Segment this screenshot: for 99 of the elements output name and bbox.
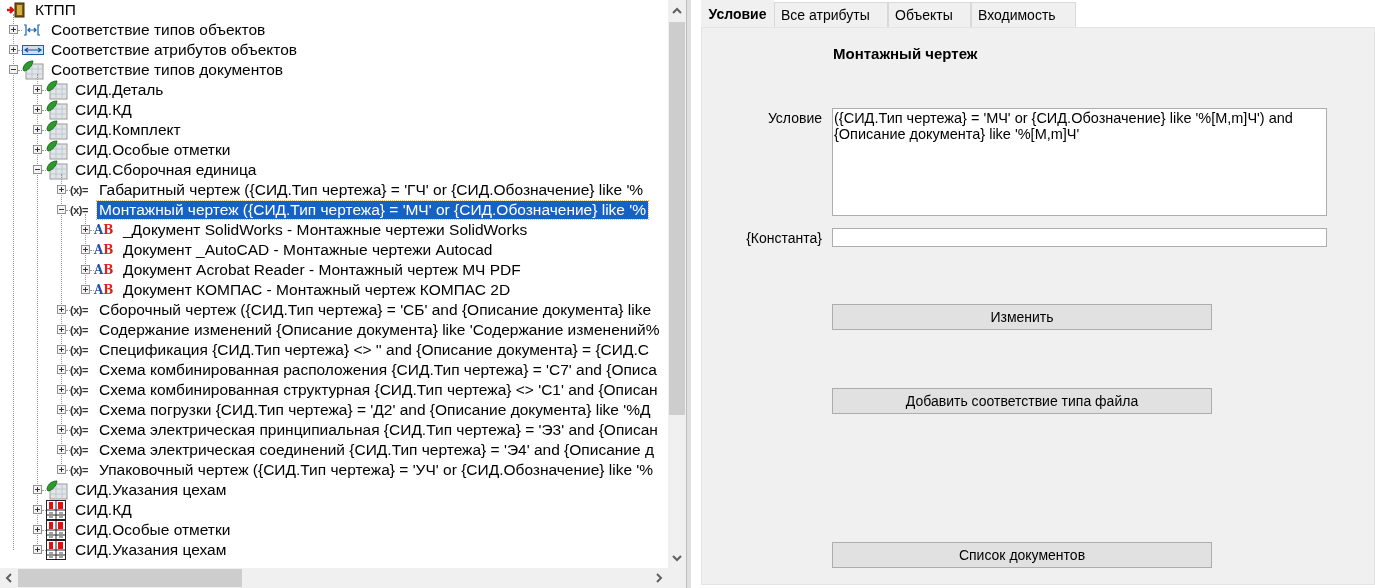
tree-item[interactable]: Схема погрузки {СИД.Тип чертежа} = 'Д2' and {Описание документа} like '%Д: [97, 401, 653, 419]
action-button[interactable]: Изменить: [832, 304, 1212, 330]
condition-field[interactable]: ({СИД.Тип чертежа} = 'МЧ' or {СИД.Обозначение} like '%[M,m]Ч') and {Описание документа} like '%[M,m]Ч': [832, 108, 1327, 216]
tree-item[interactable]: Схема комбинированная расположения {СИД.Тип чертежа} = 'С7' and {Описа: [97, 361, 659, 379]
action-button[interactable]: Добавить соответствие типа файла: [832, 388, 1212, 414]
table-leaf-icon: [46, 80, 68, 100]
file-type-glyph: AB: [94, 283, 114, 297]
tree-item[interactable]: Схема электрическая принципиальная {СИД.Тип чертежа} = 'Э3' and {Описан: [97, 421, 660, 439]
expand-toggle[interactable]: [33, 165, 42, 174]
expand-toggle[interactable]: [57, 365, 66, 374]
vertical-scrollbar[interactable]: [668, 0, 686, 568]
tree-item[interactable]: Соответствие атрибутов объектов: [49, 41, 299, 59]
action-button[interactable]: Список документов: [832, 542, 1212, 568]
formula-glyph: (x)=: [70, 343, 88, 357]
table-leaf-icon: [46, 100, 68, 120]
scrollbar-thumb[interactable]: [18, 569, 242, 587]
formula-glyph: (x)=: [70, 203, 88, 217]
expand-toggle[interactable]: [33, 145, 42, 154]
tree-item[interactable]: СИД.Указания цехам: [73, 481, 229, 499]
expand-toggle[interactable]: [57, 405, 66, 414]
expand-toggle[interactable]: [81, 265, 90, 274]
tab[interactable]: Объекты: [888, 2, 971, 27]
expand-toggle[interactable]: [33, 525, 42, 534]
formula-glyph: (x)=: [70, 183, 88, 197]
tree-item[interactable]: Документ Acrobat Reader - Монтажный чертеж МЧ PDF: [121, 261, 523, 279]
tree-item[interactable]: СИД.КД: [73, 501, 134, 519]
expand-toggle[interactable]: [57, 185, 66, 194]
tree-item[interactable]: Документ КОМПАС - Монтажный чертеж КОМПАС 2D: [121, 281, 513, 299]
expand-toggle[interactable]: [57, 345, 66, 354]
tree-item[interactable]: Сборочный чертеж ({СИД.Тип чертежа} = 'СБ' and {Описание документа} like: [97, 301, 654, 319]
expand-toggle[interactable]: [81, 285, 90, 294]
expand-toggle[interactable]: [57, 305, 66, 314]
tree-item[interactable]: Содержание изменений {Описание документа} like 'Содержание изменений%: [97, 321, 662, 339]
tree-item[interactable]: Упаковочный чертеж ({СИД.Тип чертежа} = 'УЧ' or {СИД.Обозначение} like '%: [97, 461, 656, 479]
tab[interactable]: Все атрибуты: [774, 2, 888, 27]
expand-toggle[interactable]: [57, 385, 66, 394]
tree-item[interactable]: Соответствие типов объектов: [49, 21, 268, 39]
tree-item[interactable]: СИД.Деталь: [73, 81, 166, 99]
grid-icon: [46, 500, 66, 520]
expand-toggle[interactable]: [9, 65, 18, 74]
expand-toggle[interactable]: [9, 25, 18, 34]
formula-glyph: (x)=: [70, 363, 88, 377]
expand-toggle[interactable]: [81, 245, 90, 254]
formula-glyph: (x)=: [70, 403, 88, 417]
tree-item[interactable]: Документ _AutoCAD - Монтажные чертежи Autocad: [121, 241, 495, 259]
table-leaf-icon: [46, 480, 68, 500]
field-label: Условие: [766, 109, 822, 126]
formula-glyph: (x)=: [70, 303, 88, 317]
expand-toggle[interactable]: [33, 485, 42, 494]
tree-item[interactable]: СИД.Указания цехам: [73, 541, 229, 559]
double-arrow-icon: [22, 45, 44, 55]
panel-title: Монтажный чертеж: [833, 45, 979, 61]
bracket-arrows-icon: [22, 23, 42, 37]
grid-icon: [46, 540, 66, 560]
scrollbar-thumb[interactable]: [669, 22, 685, 415]
table-leaf-icon: [46, 160, 68, 180]
table-leaf-icon: [46, 140, 68, 160]
formula-glyph: (x)=: [70, 383, 88, 397]
tree-item[interactable]: Схема комбинированная структурная {СИД.Тип чертежа} <> 'С1' and {Описан: [97, 381, 660, 399]
formula-glyph: (x)=: [70, 463, 88, 477]
expand-toggle[interactable]: [33, 85, 42, 94]
expand-toggle[interactable]: [81, 225, 90, 234]
grid-icon: [46, 520, 66, 540]
table-leaf-icon: [46, 120, 68, 140]
tree-item[interactable]: Монтажный чертеж ({СИД.Тип чертежа} = 'МЧ' or {СИД.Обозначение} like '%: [97, 201, 648, 219]
formula-glyph: (x)=: [70, 423, 88, 437]
tree-item[interactable]: КТПП: [33, 1, 78, 19]
expand-toggle[interactable]: [33, 105, 42, 114]
expand-toggle[interactable]: [9, 45, 18, 54]
input-field[interactable]: [832, 228, 1327, 247]
table-leaf-icon: [22, 60, 44, 80]
tab[interactable]: Условие: [701, 0, 774, 27]
expand-toggle[interactable]: [57, 205, 66, 214]
tree-item[interactable]: Спецификация {СИД.Тип чертежа} <> '' and {Описание документа} = {СИД.С: [97, 341, 651, 359]
tree-item[interactable]: Габаритный чертеж ({СИД.Тип чертежа} = 'ГЧ' or {СИД.Обозначение} like '%: [97, 181, 646, 199]
tab[interactable]: Входимость: [971, 2, 1076, 27]
tree-item[interactable]: СИД.Особые отметки: [73, 521, 233, 539]
formula-glyph: (x)=: [70, 323, 88, 337]
expand-toggle[interactable]: [57, 465, 66, 474]
tree-item[interactable]: _Документ SolidWorks - Монтажные чертежи SolidWorks: [121, 221, 530, 239]
expand-toggle[interactable]: [57, 425, 66, 434]
tree-item[interactable]: СИД.Комплект: [73, 121, 183, 139]
expand-toggle[interactable]: [33, 125, 42, 134]
tree-item[interactable]: СИД.Сборочная единица: [73, 161, 259, 179]
horizontal-scrollbar[interactable]: [0, 568, 668, 588]
door-arrow-icon: [6, 2, 26, 18]
tree-item[interactable]: СИД.Особые отметки: [73, 141, 233, 159]
field-label: {Константа}: [745, 229, 822, 246]
formula-glyph: (x)=: [70, 443, 88, 457]
tree-item[interactable]: Схема электрическая соединений {СИД.Тип чертежа} = 'Э4' and {Описание д: [97, 441, 656, 459]
file-type-glyph: AB: [94, 243, 114, 257]
expand-toggle[interactable]: [33, 545, 42, 554]
file-type-glyph: AB: [94, 223, 114, 237]
expand-toggle[interactable]: [57, 325, 66, 334]
tree-item[interactable]: Соответствие типов документов: [49, 61, 286, 79]
tree-item[interactable]: СИД.КД: [73, 101, 134, 119]
expand-toggle[interactable]: [33, 505, 42, 514]
file-type-glyph: AB: [94, 263, 114, 277]
expand-toggle[interactable]: [57, 445, 66, 454]
